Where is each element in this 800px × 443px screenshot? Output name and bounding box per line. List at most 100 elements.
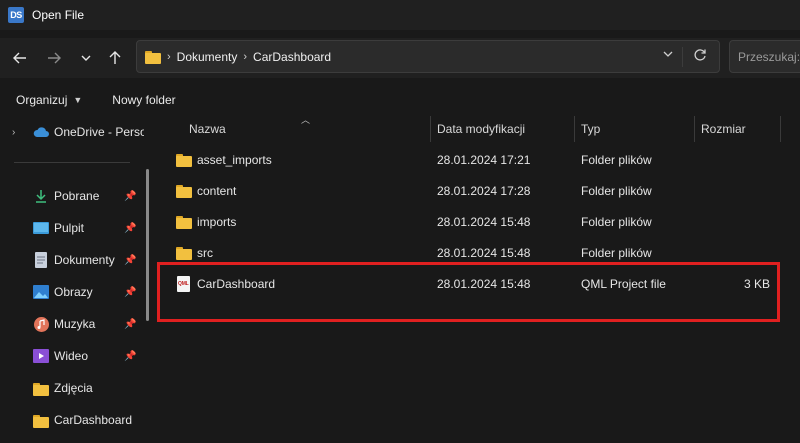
- expand-chevron-icon[interactable]: ›: [12, 127, 15, 138]
- column-header-type[interactable]: Typ: [581, 118, 600, 140]
- sidebar-item-label: Wideo: [54, 349, 89, 363]
- file-type: Folder plików: [581, 184, 652, 198]
- sidebar-item-label: Pulpit: [54, 221, 85, 235]
- sort-ascending-icon: ︿: [301, 115, 311, 125]
- sidebar-item-label: Pobrane: [54, 189, 100, 203]
- sidebar-scrollbar[interactable]: [146, 169, 149, 321]
- sidebar-item-label: Muzyka: [54, 317, 96, 331]
- window-title: Open File: [32, 8, 85, 22]
- file-name: imports: [197, 215, 237, 229]
- back-button[interactable]: [8, 46, 32, 70]
- column-header-label: Rozmiar: [701, 122, 746, 136]
- pin-icon[interactable]: 📌: [124, 191, 136, 202]
- address-divider: [682, 47, 683, 67]
- column-divider[interactable]: [694, 116, 695, 142]
- table-row[interactable]: imports 28.01.2024 15:48 Folder plików: [157, 208, 800, 236]
- document-icon: [33, 252, 49, 268]
- sidebar-item-obrazy[interactable]: Obrazy 📌: [0, 279, 145, 305]
- download-icon: [33, 188, 49, 204]
- breadcrumb-dokumenty[interactable]: Dokumenty: [177, 50, 238, 64]
- pin-icon[interactable]: 📌: [124, 287, 136, 298]
- organize-button[interactable]: Organizuj ▼: [16, 93, 82, 107]
- folder-icon: [33, 412, 49, 428]
- new-folder-label: Nowy folder: [112, 93, 176, 107]
- column-divider[interactable]: [780, 116, 781, 142]
- music-icon: [33, 316, 49, 332]
- arrow-up-icon: [109, 51, 121, 64]
- forward-button[interactable]: [42, 46, 66, 70]
- file-type: Folder plików: [581, 153, 652, 167]
- column-header-name[interactable]: Nazwa: [189, 118, 226, 140]
- sidebar-item-wideo[interactable]: Wideo 📌: [0, 343, 145, 369]
- sidebar-item-pobrane[interactable]: Pobrane 📌: [0, 183, 145, 209]
- file-date: 28.01.2024 15:48: [437, 215, 531, 229]
- caret-down-icon: ▼: [73, 95, 83, 105]
- table-row[interactable]: asset_imports 28.01.2024 17:21 Folder pl…: [157, 146, 800, 174]
- sidebar-item-zdjecia[interactable]: Zdjęcia: [0, 375, 145, 401]
- column-header-label: Data modyfikacji: [437, 122, 526, 136]
- column-header-label: Typ: [581, 122, 601, 136]
- new-folder-button[interactable]: Nowy folder: [112, 93, 175, 107]
- folder-icon: [33, 380, 49, 396]
- sidebar-item-onedrive[interactable]: › OneDrive - Personal: [0, 119, 145, 145]
- file-type: Folder plików: [581, 246, 652, 260]
- file-type: Folder plików: [581, 215, 652, 229]
- file-name: asset_imports: [197, 153, 272, 167]
- chevron-right-icon: ›: [167, 50, 171, 63]
- folder-icon: [145, 49, 161, 64]
- file-name: src: [197, 246, 213, 260]
- column-header-date[interactable]: Data modyfikacji: [437, 118, 525, 140]
- organize-label: Organizuj: [16, 93, 68, 107]
- navigation-pane: › OneDrive - Personal Pobrane 📌 Pulpit 📌…: [0, 114, 157, 443]
- refresh-icon[interactable]: [693, 48, 707, 65]
- file-date: 28.01.2024 15:48: [437, 246, 531, 260]
- navigation-bar: › Dokumenty › CarDashboard: [0, 38, 800, 78]
- file-name: content: [197, 184, 237, 198]
- arrow-left-icon: [13, 52, 26, 64]
- sidebar-item-cardashboard[interactable]: CarDashboard: [0, 407, 145, 433]
- folder-icon: [176, 214, 192, 230]
- command-bar: Organizuj ▼ Nowy folder: [0, 86, 800, 114]
- recent-locations-button[interactable]: [74, 46, 98, 70]
- address-dropdown-icon[interactable]: [663, 49, 673, 62]
- pin-icon[interactable]: 📌: [124, 351, 136, 362]
- app-logo-icon: DS: [8, 7, 24, 23]
- chevron-right-icon: ›: [243, 50, 248, 63]
- sidebar-item-dokumenty[interactable]: Dokumenty 📌: [0, 247, 145, 273]
- pin-icon[interactable]: 📌: [124, 223, 136, 234]
- video-icon: [33, 348, 49, 364]
- column-divider[interactable]: [430, 116, 431, 142]
- column-header-label: Nazwa: [189, 122, 226, 136]
- up-button[interactable]: [103, 46, 127, 70]
- sidebar-item-label: Obrazy: [54, 285, 93, 299]
- pin-icon[interactable]: 📌: [124, 319, 136, 330]
- search-box[interactable]: [729, 40, 800, 73]
- selection-highlight-annotation: [157, 262, 780, 322]
- address-bar[interactable]: › Dokumenty › CarDashboard: [136, 40, 720, 73]
- table-row[interactable]: content 28.01.2024 17:28 Folder plików: [157, 177, 800, 205]
- sidebar-item-label: OneDrive - Personal: [54, 125, 144, 139]
- file-date: 28.01.2024 17:28: [437, 184, 531, 198]
- column-header-size[interactable]: Rozmiar: [701, 118, 746, 140]
- file-date: 28.01.2024 17:21: [437, 153, 531, 167]
- arrow-right-icon: [48, 52, 61, 64]
- file-list: Nazwa ︿ Data modyfikacji Typ Rozmiar ass…: [157, 114, 800, 443]
- title-bar: DS Open File: [0, 0, 800, 30]
- sidebar-item-muzyka[interactable]: Muzyka 📌: [0, 311, 145, 337]
- folder-icon: [176, 152, 192, 168]
- pin-icon[interactable]: 📌: [124, 255, 136, 266]
- pictures-icon: [33, 284, 49, 300]
- sidebar-item-pulpit[interactable]: Pulpit 📌: [0, 215, 145, 241]
- search-input[interactable]: [738, 49, 800, 64]
- sidebar-item-label: Dokumenty: [54, 253, 115, 267]
- desktop-icon: [33, 220, 49, 236]
- cloud-icon: [33, 124, 49, 140]
- sidebar-divider: [14, 162, 130, 163]
- chevron-down-icon: [81, 55, 91, 61]
- sidebar-item-label: Zdjęcia: [54, 381, 93, 395]
- column-divider[interactable]: [574, 116, 575, 142]
- sidebar-item-label: CarDashboard: [54, 413, 133, 427]
- folder-icon: [176, 183, 192, 199]
- breadcrumb-cardashboard[interactable]: CarDashboard: [253, 50, 331, 64]
- folder-icon: [176, 245, 192, 261]
